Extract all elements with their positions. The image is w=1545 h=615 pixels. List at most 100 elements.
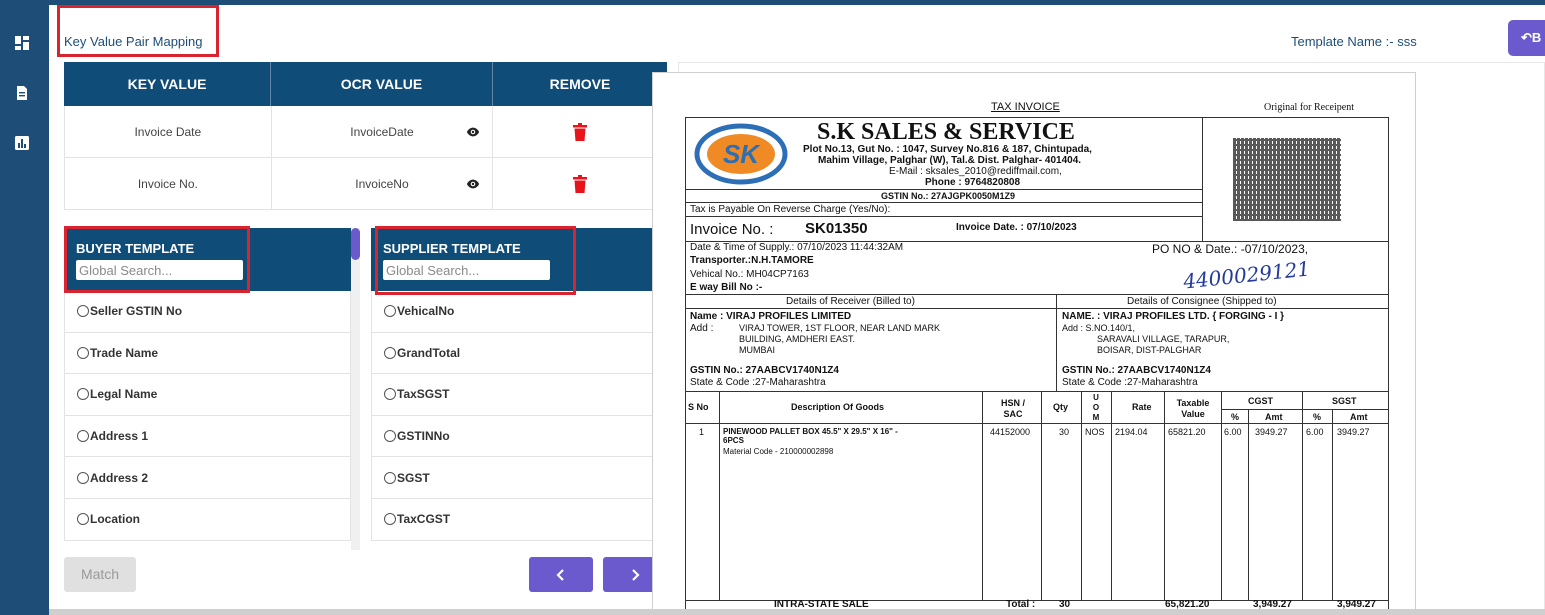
- col-sgst: SGST: [1332, 396, 1357, 406]
- horizontal-scrollbar[interactable]: [49, 609, 1545, 615]
- divider: [1248, 409, 1249, 600]
- trash-icon[interactable]: [572, 174, 587, 193]
- item-description-1: PINEWOOD PALLET BOX 45.5" X 29.5" X 16" …: [723, 427, 898, 436]
- tax-invoice-heading: TAX INVOICE: [991, 101, 1060, 113]
- report-chart-icon[interactable]: [14, 135, 30, 151]
- radio-button[interactable]: [384, 430, 396, 443]
- consignee-address-3: BOISAR, DIST-PALGHAR: [1097, 345, 1202, 355]
- list-item[interactable]: GSTINNo: [371, 415, 658, 458]
- item-cgst-pct: 6.00: [1224, 427, 1242, 437]
- item-description-2: 6PCS: [723, 436, 744, 445]
- radio-button[interactable]: [384, 471, 396, 484]
- template-name: Template Name :- sss: [1291, 34, 1417, 49]
- col-sgst-pct: %: [1313, 412, 1322, 422]
- radio-button[interactable]: [77, 430, 89, 443]
- item-rate: 2194.04: [1115, 427, 1148, 437]
- radio-button[interactable]: [77, 305, 89, 318]
- consignee-gstin: GSTIN No.: 27AABCV1740N1Z4: [1062, 365, 1211, 376]
- svg-text:SK: SK: [723, 139, 761, 169]
- match-button[interactable]: Match: [64, 557, 136, 592]
- divider: [1332, 409, 1333, 600]
- col-cgst-pct: %: [1231, 412, 1240, 422]
- company-address-line-2: Mahim Village, Palghar (W), Tal.& Dist. …: [818, 155, 1082, 166]
- back-button[interactable]: ↶B: [1508, 20, 1545, 56]
- col-cgst-amt: Amt: [1265, 412, 1283, 422]
- divider: [685, 202, 1202, 203]
- chevron-right-icon: [632, 568, 640, 581]
- previous-button[interactable]: [529, 557, 593, 592]
- invoice-number: SK01350: [805, 220, 868, 237]
- transporter: Transporter.:N.H.TAMORE: [690, 255, 814, 266]
- back-button-label: B: [1531, 30, 1542, 45]
- divider: [685, 189, 1202, 190]
- column-remove: REMOVE: [549, 76, 611, 92]
- company-name: S.K SALES & SERVICE: [817, 119, 1075, 145]
- list-item[interactable]: Trade Name: [64, 332, 351, 375]
- radio-button[interactable]: [384, 388, 396, 401]
- list-item[interactable]: SGST: [371, 457, 658, 499]
- eye-icon[interactable]: [466, 125, 480, 139]
- list-item[interactable]: Address 2: [64, 457, 351, 499]
- list-item-label: Seller GSTIN No: [90, 304, 183, 319]
- vehicle-number: Vehical No.: MH04CP7163: [690, 269, 809, 280]
- dashboard-icon[interactable]: [14, 35, 30, 51]
- list-item[interactable]: TaxCGST: [371, 498, 658, 541]
- ocr-value-text: InvoiceNo: [355, 176, 409, 191]
- eye-icon[interactable]: [466, 177, 480, 191]
- remove-cell: [493, 106, 667, 157]
- sidebar: [0, 0, 49, 615]
- col-taxable: Taxable Value: [1176, 398, 1210, 419]
- chevron-left-icon: [556, 568, 564, 581]
- divider: [1202, 117, 1203, 242]
- col-qty: Qty: [1053, 402, 1069, 412]
- list-item[interactable]: Location: [64, 498, 351, 541]
- divider: [685, 308, 1389, 309]
- radio-button[interactable]: [77, 471, 89, 484]
- receiver-address-1: VIRAJ TOWER, 1ST FLOOR, NEAR LAND MARK: [739, 323, 941, 333]
- highlight-box-title: [57, 5, 219, 57]
- consignee-name: NAME. : VIRAJ PROFILES LTD. { FORGING - …: [1062, 311, 1285, 322]
- receiver-address-2: BUILDING, AMDHERI EAST.: [739, 334, 856, 344]
- invoice-document: TAX INVOICE Original for Receipent SK S.…: [652, 72, 1416, 610]
- key-value-cell: Invoice No.: [65, 158, 272, 209]
- document-icon[interactable]: [14, 85, 30, 101]
- receiver-name: Name : VIRAJ PROFILES LIMITED: [690, 311, 852, 322]
- radio-button[interactable]: [77, 346, 89, 359]
- radio-button[interactable]: [384, 346, 396, 359]
- list-item[interactable]: Address 1: [64, 415, 351, 458]
- item-hsn: 44152000: [990, 427, 1031, 437]
- receiver-state: State & Code :27-Maharashtra: [690, 377, 826, 388]
- highlight-box-supplier: [375, 226, 576, 295]
- po-number-date: PO NO & Date.: -07/10/2023,: [1152, 242, 1309, 256]
- list-item-label: TaxCGST: [397, 512, 451, 527]
- kv-table-header: KEY VALUE OCR VALUE REMOVE: [64, 62, 667, 106]
- list-item[interactable]: TaxSGST: [371, 374, 658, 416]
- trash-icon[interactable]: [572, 122, 587, 141]
- consignee-address-1: Add : S.NO.140/1,: [1062, 323, 1136, 333]
- list-item-label: TaxSGST: [397, 387, 450, 402]
- receiver-heading: Details of Receiver (Billed to): [786, 296, 915, 307]
- radio-button[interactable]: [384, 513, 396, 526]
- list-item-label: Address 1: [90, 429, 149, 444]
- consignee-address-2: SARAVALI VILLAGE, TARAPUR,: [1097, 334, 1230, 344]
- item-sno: 1: [699, 427, 705, 437]
- list-item[interactable]: GrandTotal: [371, 332, 658, 375]
- buyer-scrollbar[interactable]: [351, 228, 360, 550]
- list-item[interactable]: Seller GSTIN No: [64, 291, 351, 333]
- receiver-gstin: GSTIN No.: 27AABCV1740N1Z4: [690, 365, 839, 376]
- list-item[interactable]: Legal Name: [64, 374, 351, 416]
- list-item-label: Address 2: [90, 470, 149, 485]
- sk-logo: SK: [694, 123, 788, 185]
- list-item-label: VehicalNo: [397, 304, 455, 319]
- column-key-value: KEY VALUE: [64, 62, 271, 106]
- radio-button[interactable]: [384, 305, 396, 318]
- radio-button[interactable]: [77, 388, 89, 401]
- col-hsn: HSN / SAC: [1000, 398, 1025, 419]
- radio-button[interactable]: [77, 513, 89, 526]
- list-item[interactable]: VehicalNo: [371, 291, 658, 333]
- buyer-scroll-thumb[interactable]: [351, 228, 360, 260]
- supply-datetime: Date & Time of Supply.: 07/10/2023 11:44…: [690, 242, 904, 253]
- col-uom: U O M: [1092, 393, 1100, 422]
- item-uom: NOS: [1085, 427, 1105, 437]
- item-taxable: 65821.20: [1168, 427, 1206, 437]
